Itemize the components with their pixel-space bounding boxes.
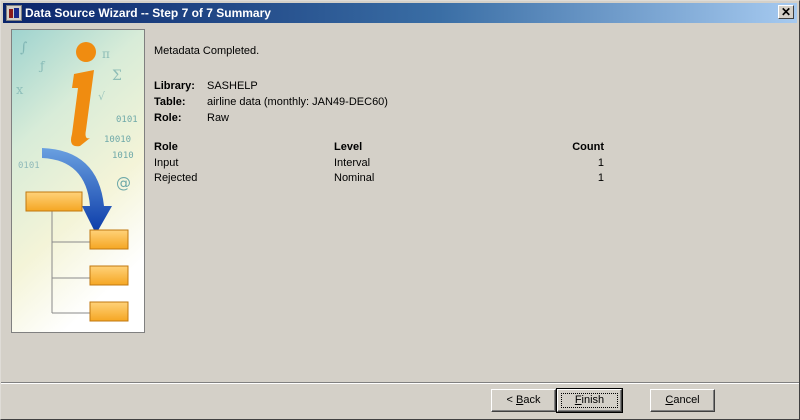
binary-text-4: 0101 — [18, 161, 40, 171]
binary-text-3: 1010 — [112, 151, 134, 161]
title-bar[interactable]: Data Source Wizard -- Step 7 of 7 Summar… — [3, 3, 797, 23]
back-label-rest: ack — [523, 394, 541, 406]
cell-count: 1 — [597, 171, 604, 184]
column-header-level: Level — [334, 141, 363, 153]
cell-role: Input — [154, 156, 179, 169]
library-label: Library: — [154, 80, 195, 92]
svg-text:∫: ∫ — [20, 40, 27, 56]
cell-count: 1 — [597, 156, 604, 169]
cancel-label-rest: ancel — [673, 394, 700, 406]
finish-label-rest: inish — [581, 394, 605, 406]
wizard-illustration-svg: ∫ ƒ π Σ x √ 0101 10010 1010 0101 @ — [12, 30, 144, 332]
finish-mnemonic: F — [574, 394, 582, 406]
wizard-illustration: ∫ ƒ π Σ x √ 0101 10010 1010 0101 @ — [11, 29, 145, 333]
library-value: SASHELP — [207, 80, 258, 92]
sas-app-icon — [6, 5, 22, 21]
cancel-button[interactable]: Cancel — [650, 389, 715, 412]
back-prefix: < — [506, 394, 516, 406]
table-header-row: Role Level Count — [154, 139, 604, 155]
column-header-count: Count — [572, 141, 604, 153]
wizard-window: Data Source Wizard -- Step 7 of 7 Summar… — [0, 0, 800, 420]
back-button[interactable]: < Back — [491, 389, 556, 412]
role-label: Role: — [154, 112, 182, 124]
binary-text-2: 10010 — [104, 135, 131, 145]
cell-level: Nominal — [334, 171, 375, 184]
binary-text-1: 0101 — [116, 115, 138, 125]
finish-button[interactable]: Finish — [556, 388, 623, 413]
svg-text:x: x — [16, 83, 24, 98]
table-row: Rejected Nominal 1 — [154, 170, 604, 185]
svg-text:Σ: Σ — [112, 68, 122, 84]
cell-role: Rejected — [154, 171, 198, 184]
cell-level: Interval — [334, 156, 371, 169]
svg-text:π: π — [102, 47, 110, 61]
column-header-role: Role — [154, 141, 178, 153]
at-symbol-icon: @ — [116, 174, 131, 192]
role-summary-table: Role Level Count Input Interval 1 Reject… — [154, 139, 604, 185]
table-row: Input Interval 1 — [154, 155, 604, 170]
role-value: Raw — [207, 112, 230, 124]
status-message: Metadata Completed. — [154, 45, 260, 57]
close-button[interactable]: ✕ — [778, 5, 794, 19]
window-title: Data Source Wizard -- Step 7 of 7 Summar… — [25, 6, 271, 20]
svg-text:√: √ — [98, 90, 106, 103]
button-bar-separator — [1, 382, 799, 384]
table-value: airline data (monthly: JAN49-DEC60) — [207, 96, 388, 108]
table-label: Table: — [154, 96, 186, 108]
